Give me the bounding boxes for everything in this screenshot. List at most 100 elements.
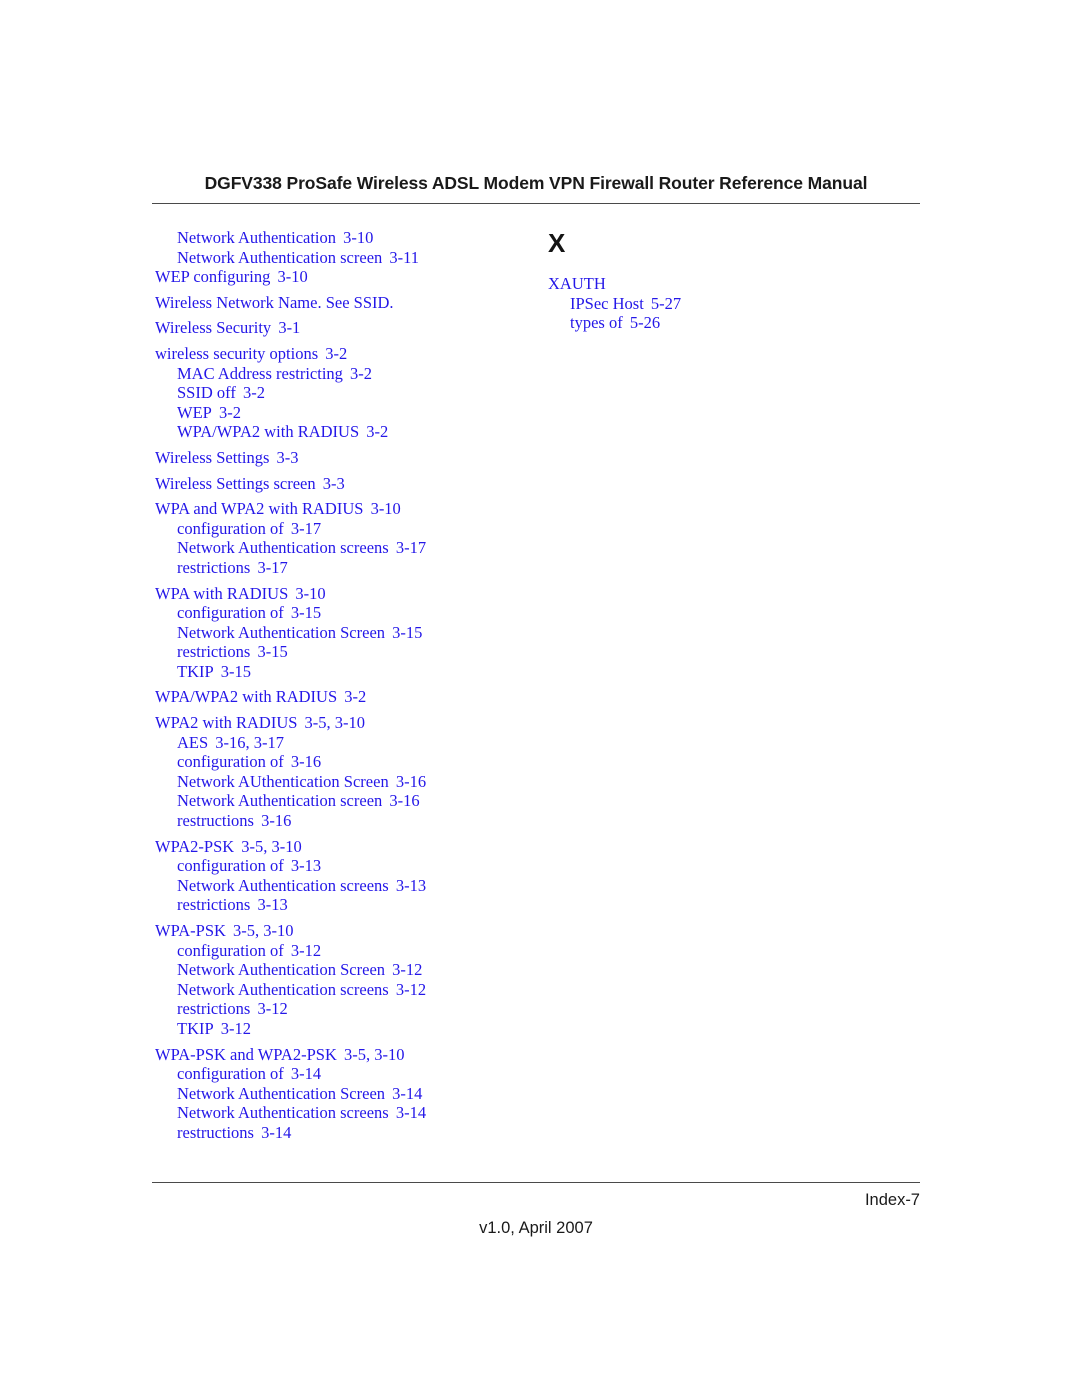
index-entry-pages: 3-15	[388, 622, 423, 642]
index-entry-label: Network Authentication screens	[177, 875, 389, 895]
index-entry-pages: 3-14	[256, 1122, 292, 1142]
index-entry-pages: 3-11	[385, 247, 420, 267]
index-entry[interactable]: WPA/WPA2 with RADIUS 3-2	[152, 687, 542, 707]
index-entry-label: WEP configuring	[155, 267, 271, 287]
index-entry-pages: 3-10	[291, 583, 326, 603]
index-entry-label: Network Authentication Screen	[177, 1083, 386, 1103]
index-entry[interactable]: configuration of 3-14	[152, 1064, 542, 1084]
index-entry-pages: 3-12	[216, 1018, 252, 1038]
index-entry-pages: 3-10	[273, 267, 308, 287]
index-entry-label: WPA-PSK and WPA2-PSK	[155, 1044, 337, 1064]
index-entry-label: Network Authentication screens	[177, 538, 389, 558]
index-entry-pages: 3-2	[345, 363, 373, 383]
index-entry-pages: 3-12	[391, 979, 427, 999]
index-entry[interactable]: configuration of 3-13	[152, 856, 542, 876]
index-entry[interactable]: Wireless Settings 3-3	[152, 448, 542, 468]
index-entry-pages: 3-16	[286, 752, 322, 772]
index-entry[interactable]: AES 3-16, 3-17	[152, 733, 542, 753]
index-entry-label: Wireless Settings	[155, 447, 270, 467]
index-entry[interactable]: WEP configuring 3-10	[152, 267, 542, 287]
index-entry[interactable]: Network Authentication screens 3-14	[152, 1103, 542, 1123]
index-entry-label: Network AUthentication Screen	[177, 771, 389, 791]
index-entry-pages: 3-15	[286, 603, 322, 623]
index-entry[interactable]: Network Authentication Screen 3-14	[152, 1084, 542, 1104]
index-entry[interactable]: WPA-PSK and WPA2-PSK 3-5, 3-10	[152, 1045, 542, 1065]
index-entry[interactable]: WPA/WPA2 with RADIUS 3-2	[152, 422, 542, 442]
index-entry-label: XAUTH	[548, 274, 606, 293]
index-entry[interactable]: Network Authentication screen 3-11	[152, 248, 542, 268]
index-entry-label: Network Authentication screen	[177, 791, 383, 811]
index-entry[interactable]: WEP 3-2	[152, 403, 542, 423]
index-entry-pages: 3-2	[214, 402, 241, 422]
index-entry-label: WPA2-PSK	[155, 836, 235, 856]
index-entry[interactable]: WPA2 with RADIUS 3-5, 3-10	[152, 713, 542, 733]
index-entry-label: Network Authentication Screen	[177, 960, 386, 980]
index-entry-label: Wireless Network Name. See SSID.	[155, 292, 394, 312]
index-entry[interactable]: MAC Address restricting 3-2	[152, 364, 542, 384]
index-entry-label: IPSec Host	[570, 293, 644, 313]
index-entry-label: configuration of	[177, 518, 284, 538]
index-entry-label: wireless security options	[155, 343, 319, 363]
running-header-title: DGFV338 ProSafe Wireless ADSL Modem VPN …	[204, 173, 868, 193]
index-entry[interactable]: Network Authentication Screen 3-12	[152, 960, 542, 980]
index-entry[interactable]: configuration of 3-12	[152, 941, 542, 961]
index-page: DGFV338 ProSafe Wireless ADSL Modem VPN …	[0, 0, 1080, 1397]
index-entry-pages: 3-5, 3-10	[228, 921, 294, 940]
index-entry[interactable]: XAUTH	[545, 274, 935, 294]
index-entry-label: WPA/WPA2 with RADIUS	[155, 687, 338, 707]
index-entry[interactable]: restrictions 3-13	[152, 895, 542, 915]
index-entry[interactable]: restrictions 3-12	[152, 999, 542, 1019]
index-entry[interactable]: WPA2-PSK 3-5, 3-10	[152, 837, 542, 857]
index-entry[interactable]: SSID off 3-2	[152, 383, 542, 403]
index-entry[interactable]: Network Authentication 3-10	[152, 228, 542, 248]
index-entry[interactable]: wireless security options 3-2	[152, 344, 542, 364]
index-entry-label: Network Authentication Screen	[177, 622, 386, 642]
index-entry-pages: 3-16	[256, 811, 292, 831]
index-entry-label: restructions	[177, 811, 254, 831]
index-entry[interactable]: Wireless Settings screen 3-3	[152, 474, 542, 494]
index-entry[interactable]: restructions 3-14	[152, 1123, 542, 1143]
index-entry[interactable]: WPA and WPA2 with RADIUS 3-10	[152, 499, 542, 519]
index-entry[interactable]: Network Authentication screens 3-17	[152, 538, 542, 558]
index-entry[interactable]: Network Authentication screens 3-13	[152, 876, 542, 896]
index-entry[interactable]: restrictions 3-15	[152, 642, 542, 662]
index-entry-pages: 3-14	[388, 1083, 423, 1103]
index-entry[interactable]: TKIP 3-12	[152, 1019, 542, 1039]
index-entry-label: configuration of	[177, 603, 284, 623]
index-entry-pages: 3-17	[253, 557, 288, 577]
index-entry-pages: 3-3	[318, 473, 345, 493]
index-entry[interactable]: types of 5-26	[545, 313, 935, 333]
index-entry-pages: 3-16	[391, 771, 427, 791]
index-entry-pages: 3-1	[274, 318, 301, 338]
index-entry-label: WPA-PSK	[155, 921, 226, 940]
index-entry[interactable]: configuration of 3-17	[152, 519, 542, 539]
index-entry[interactable]: restructions 3-16	[152, 811, 542, 831]
index-entry[interactable]: WPA-PSK 3-5, 3-10	[152, 921, 542, 941]
index-entry[interactable]: configuration of 3-16	[152, 752, 542, 772]
index-entry[interactable]: restrictions 3-17	[152, 558, 542, 578]
index-entry-label: TKIP	[177, 661, 214, 681]
index-entry-label: configuration of	[177, 1064, 284, 1084]
index-entry[interactable]: Network AUthentication Screen 3-16	[152, 772, 542, 792]
index-entry-pages: 3-10	[339, 228, 374, 247]
index-entry-label: configuration of	[177, 856, 284, 876]
index-entry-pages: 3-5, 3-10	[237, 836, 302, 856]
index-entry[interactable]: Network Authentication Screen 3-15	[152, 623, 542, 643]
index-entry[interactable]: Wireless Security 3-1	[152, 318, 542, 338]
index-entry[interactable]: Wireless Network Name. See SSID.	[152, 293, 542, 313]
index-entry[interactable]: Network Authentication screen 3-16	[152, 791, 542, 811]
index-entry-label: types of	[570, 313, 623, 333]
index-entry-pages: 3-5, 3-10	[300, 713, 366, 733]
index-entry-label: Network Authentication screens	[177, 1103, 389, 1123]
index-entry[interactable]: TKIP 3-15	[152, 662, 542, 682]
index-entry[interactable]: IPSec Host 5-27	[545, 294, 935, 314]
index-entry-label: Network Authentication	[177, 228, 337, 247]
index-entry-label: WPA/WPA2 with RADIUS	[177, 422, 360, 442]
index-entry[interactable]: configuration of 3-15	[152, 603, 542, 623]
index-entry-label: restructions	[177, 1122, 254, 1142]
index-entry[interactable]: Network Authentication screens 3-12	[152, 980, 542, 1000]
index-entry-label: restrictions	[177, 557, 251, 577]
index-entry-label: restrictions	[177, 895, 251, 915]
index-entry-label: TKIP	[177, 1018, 214, 1038]
index-entry[interactable]: WPA with RADIUS 3-10	[152, 584, 542, 604]
